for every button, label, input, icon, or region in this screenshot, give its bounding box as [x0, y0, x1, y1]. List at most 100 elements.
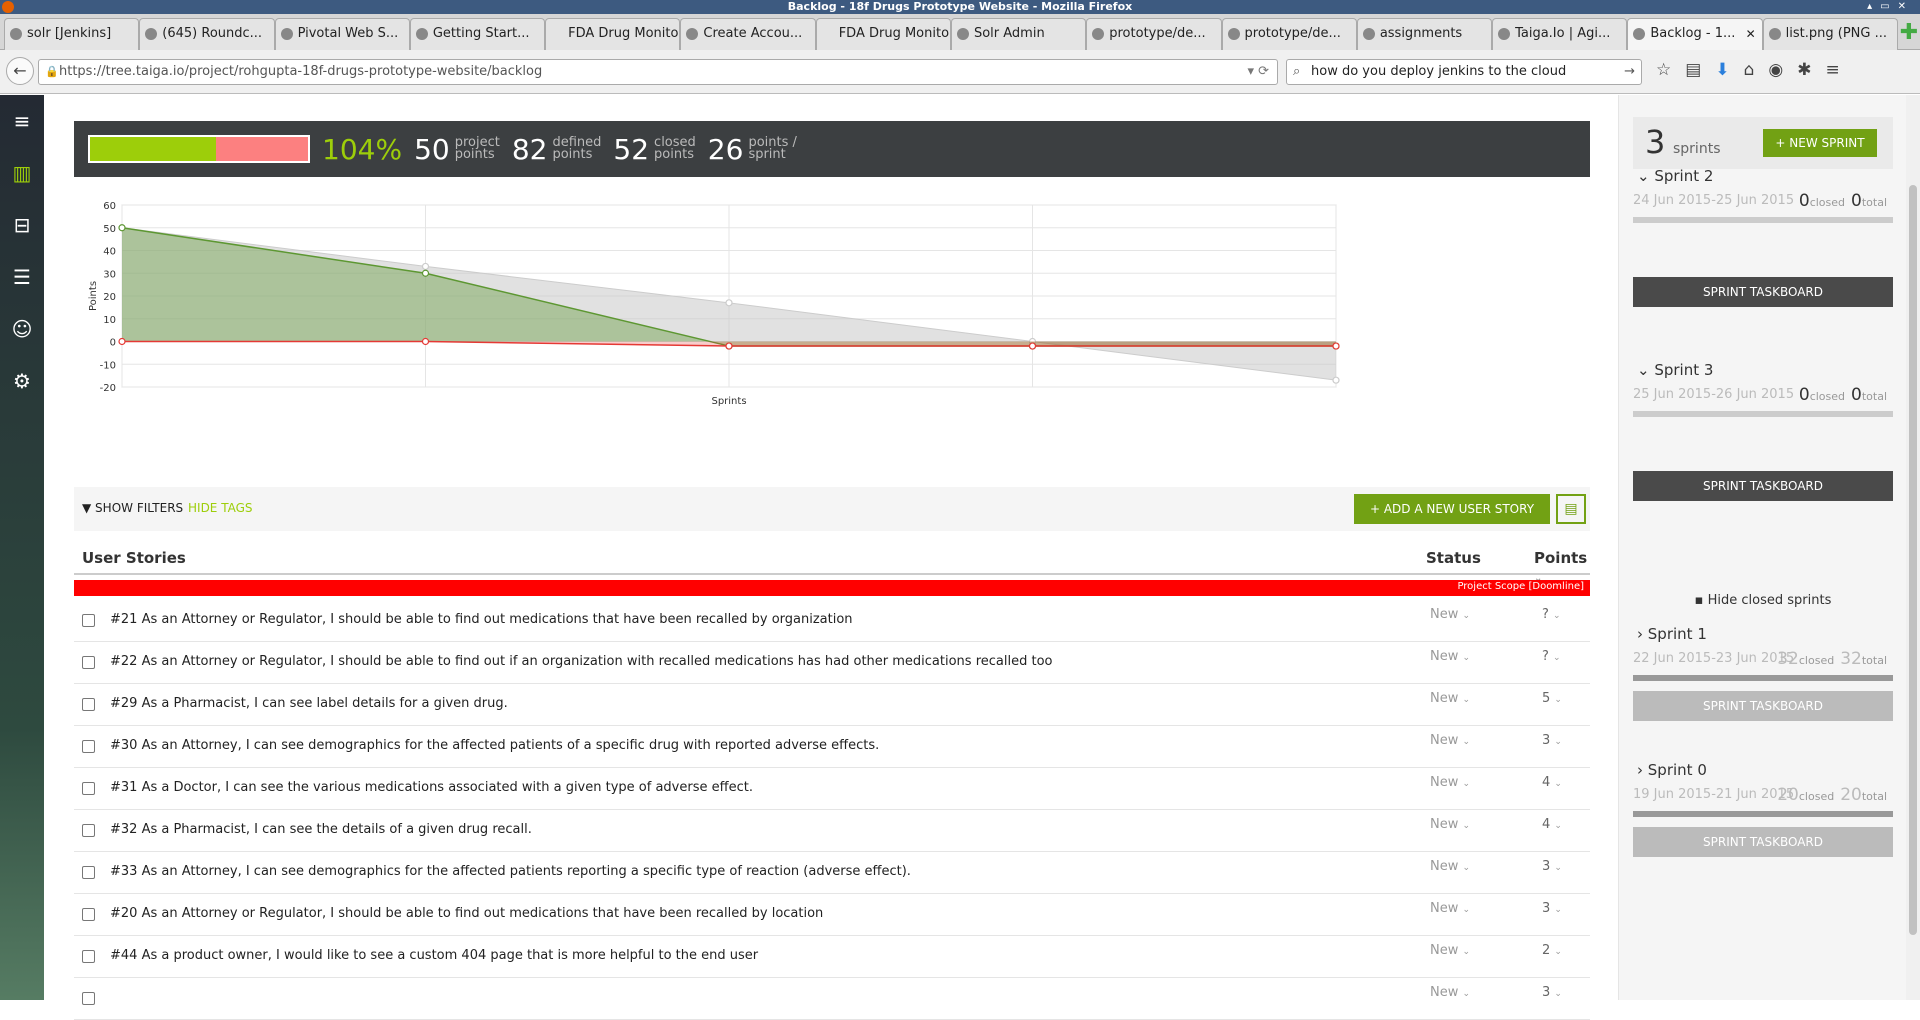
- reading-list-icon[interactable]: ▤: [1685, 60, 1701, 80]
- page-scrollbar[interactable]: [1906, 95, 1920, 1000]
- new-tab-button[interactable]: ✚: [1898, 20, 1920, 49]
- sprint-taskboard-button[interactable]: SPRINT TASKBOARD: [1633, 277, 1893, 307]
- bookmark-star-icon[interactable]: ☆: [1656, 60, 1671, 80]
- scrollbar-thumb[interactable]: [1909, 185, 1917, 935]
- story-points[interactable]: 3 ⌄: [1542, 985, 1562, 1000]
- kanban-icon[interactable]: ⊟: [0, 199, 44, 251]
- browser-tab[interactable]: Create Accou...: [680, 18, 816, 50]
- story-points[interactable]: 3 ⌄: [1542, 901, 1562, 916]
- browser-tab[interactable]: FDA Drug Monitor: [545, 18, 681, 50]
- browser-tab[interactable]: solr [Jenkins]: [4, 18, 140, 50]
- settings-icon[interactable]: ⚙: [0, 355, 44, 407]
- window-controls[interactable]: ▴▭✕: [1867, 0, 1914, 14]
- story-status[interactable]: New ⌄: [1430, 817, 1470, 832]
- add-user-story-button[interactable]: + ADD A NEW USER STORY: [1354, 494, 1550, 524]
- sprint-taskboard-button[interactable]: SPRINT TASKBOARD: [1633, 827, 1893, 857]
- bulk-add-icon[interactable]: ▤: [1556, 494, 1586, 524]
- browser-tab[interactable]: Taiga.Io | Agi...: [1492, 18, 1628, 50]
- story-status[interactable]: New ⌄: [1430, 733, 1470, 748]
- sprint-name[interactable]: ⌄ Sprint 2: [1633, 167, 1893, 185]
- user-story-row[interactable]: #32 As a Pharmacist, I can see the detai…: [74, 810, 1590, 852]
- story-status[interactable]: New ⌄: [1430, 859, 1470, 874]
- story-checkbox[interactable]: [82, 782, 95, 795]
- show-filters-button[interactable]: ▼ SHOW FILTERS: [82, 501, 183, 515]
- chat-icon[interactable]: ◉: [1768, 60, 1783, 80]
- story-title[interactable]: #21 As an Attorney or Regulator, I shoul…: [110, 612, 853, 627]
- story-checkbox[interactable]: [82, 614, 95, 627]
- story-title[interactable]: #22 As an Attorney or Regulator, I shoul…: [110, 654, 1052, 669]
- story-points[interactable]: 5 ⌄: [1542, 691, 1562, 706]
- sprint-name[interactable]: › Sprint 0: [1633, 761, 1893, 779]
- user-story-row[interactable]: New ⌄ 3 ⌄: [74, 978, 1590, 1020]
- browser-tab[interactable]: (645) Roundc...: [139, 18, 275, 50]
- user-story-row[interactable]: #30 As an Attorney, I can see demographi…: [74, 726, 1590, 768]
- addon-icon[interactable]: ✱: [1797, 60, 1811, 80]
- browser-tab[interactable]: list.png (PNG ...: [1762, 18, 1898, 50]
- menu-icon[interactable]: ≡: [0, 95, 44, 147]
- user-story-row[interactable]: #33 As an Attorney, I can see demographi…: [74, 852, 1590, 894]
- sprint-taskboard-button[interactable]: SPRINT TASKBOARD: [1633, 691, 1893, 721]
- story-status[interactable]: New ⌄: [1430, 607, 1470, 622]
- story-checkbox[interactable]: [82, 698, 95, 711]
- url-bar[interactable]: 🔒 https://tree.taiga.io/project/rohgupta…: [38, 59, 1278, 85]
- story-status[interactable]: New ⌄: [1430, 691, 1470, 706]
- story-title[interactable]: #30 As an Attorney, I can see demographi…: [110, 738, 879, 753]
- search-go-icon[interactable]: →: [1624, 60, 1635, 84]
- story-checkbox[interactable]: [82, 992, 95, 1005]
- sprint-name[interactable]: ⌄ Sprint 3: [1633, 361, 1893, 379]
- story-title[interactable]: #29 As a Pharmacist, I can see label det…: [110, 696, 508, 711]
- user-story-row[interactable]: #29 As a Pharmacist, I can see label det…: [74, 684, 1590, 726]
- story-checkbox[interactable]: [82, 866, 95, 879]
- download-icon[interactable]: ⬇: [1715, 60, 1729, 80]
- browser-tab[interactable]: assignments: [1356, 18, 1493, 50]
- hamburger-menu-icon[interactable]: ≡: [1825, 60, 1839, 80]
- story-checkbox[interactable]: [82, 950, 95, 963]
- story-status[interactable]: New ⌄: [1430, 649, 1470, 664]
- user-story-row[interactable]: #20 As an Attorney or Regulator, I shoul…: [74, 894, 1590, 936]
- story-status[interactable]: New ⌄: [1430, 943, 1470, 958]
- browser-tab[interactable]: prototype/de...: [1086, 18, 1222, 50]
- story-points[interactable]: 4 ⌄: [1542, 817, 1562, 832]
- hide-tags-button[interactable]: HIDE TAGS: [188, 501, 253, 515]
- story-title[interactable]: #44 As a product owner, I would like to …: [110, 948, 758, 963]
- reload-icon[interactable]: ▾ ⟳: [1247, 60, 1269, 84]
- browser-tab[interactable]: Getting Start...: [409, 18, 546, 50]
- browser-tab[interactable]: Pivotal Web S...: [274, 18, 410, 50]
- hide-closed-sprints-button[interactable]: ▪ Hide closed sprints: [1633, 593, 1893, 608]
- user-story-row[interactable]: #22 As an Attorney or Regulator, I shoul…: [74, 642, 1590, 684]
- story-points[interactable]: 4 ⌄: [1542, 775, 1562, 790]
- story-status[interactable]: New ⌄: [1430, 901, 1470, 916]
- wiki-icon[interactable]: ☰: [0, 251, 44, 303]
- story-points[interactable]: 3 ⌄: [1542, 859, 1562, 874]
- search-bar[interactable]: ⌕ how do you deploy jenkins to the cloud…: [1286, 59, 1642, 85]
- story-title[interactable]: #32 As a Pharmacist, I can see the detai…: [110, 822, 532, 837]
- user-story-row[interactable]: #31 As a Doctor, I can see the various m…: [74, 768, 1590, 810]
- browser-tab-active[interactable]: Backlog - 1... ✕: [1627, 18, 1763, 50]
- story-status[interactable]: New ⌄: [1430, 775, 1470, 790]
- story-checkbox[interactable]: [82, 740, 95, 753]
- story-points[interactable]: 2 ⌄: [1542, 943, 1562, 958]
- story-status[interactable]: New ⌄: [1430, 985, 1470, 1000]
- browser-tab[interactable]: prototype/de...: [1221, 18, 1357, 50]
- sprint-name[interactable]: › Sprint 1: [1633, 625, 1893, 643]
- browser-tab[interactable]: Solr Admin: [950, 18, 1087, 50]
- backlog-icon[interactable]: ▥: [0, 147, 44, 199]
- back-button[interactable]: ←: [6, 57, 34, 85]
- browser-tab[interactable]: FDA Drug Monitor: [815, 18, 951, 50]
- story-checkbox[interactable]: [82, 656, 95, 669]
- team-icon[interactable]: ☺: [0, 303, 44, 355]
- story-points[interactable]: ? ⌄: [1542, 649, 1561, 664]
- story-title[interactable]: #33 As an Attorney, I can see demographi…: [110, 864, 911, 879]
- user-story-row[interactable]: #21 As an Attorney or Regulator, I shoul…: [74, 600, 1590, 642]
- story-points[interactable]: ? ⌄: [1542, 607, 1561, 622]
- sprint-taskboard-button[interactable]: SPRINT TASKBOARD: [1633, 471, 1893, 501]
- story-title[interactable]: #31 As a Doctor, I can see the various m…: [110, 780, 753, 795]
- story-checkbox[interactable]: [82, 824, 95, 837]
- story-title[interactable]: #20 As an Attorney or Regulator, I shoul…: [110, 906, 823, 921]
- close-tab-icon[interactable]: ✕: [1746, 19, 1756, 49]
- home-icon[interactable]: ⌂: [1744, 60, 1755, 80]
- story-points[interactable]: 3 ⌄: [1542, 733, 1562, 748]
- new-sprint-button[interactable]: + NEW SPRINT: [1763, 129, 1877, 157]
- story-checkbox[interactable]: [82, 908, 95, 921]
- user-story-row[interactable]: #44 As a product owner, I would like to …: [74, 936, 1590, 978]
